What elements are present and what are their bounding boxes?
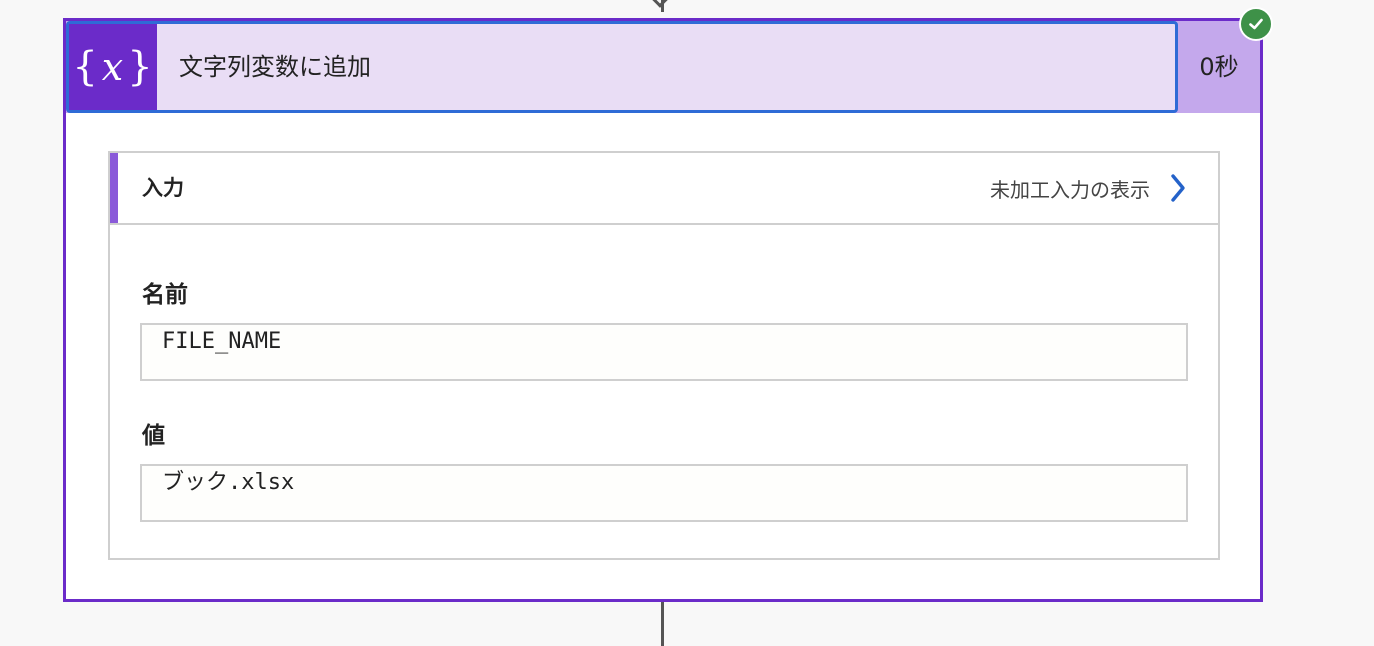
action-header-selected[interactable]: {x} 文字列変数に追加 xyxy=(66,21,1178,113)
variable-braces-icon: {x} xyxy=(69,24,157,110)
show-raw-inputs-label: 未加工入力の表示 xyxy=(990,177,1150,202)
value-field-value[interactable]: ブック.xlsx xyxy=(140,464,1188,522)
inputs-header: 入力 未加工入力の表示 xyxy=(110,153,1218,225)
inputs-title: 入力 xyxy=(142,176,184,200)
action-title: 文字列変数に追加 xyxy=(179,53,371,81)
name-field-label: 名前 xyxy=(142,282,188,308)
value-field-label: 値 xyxy=(142,423,165,449)
inputs-accent-bar xyxy=(110,153,118,223)
inputs-panel: 入力 未加工入力の表示 名前 FILE_NAME 値 ブック.xlsx xyxy=(108,151,1220,560)
connector-arrow-icon xyxy=(647,0,673,8)
connector-line-bottom xyxy=(661,602,664,646)
chevron-right-icon xyxy=(1171,174,1185,202)
name-field-value[interactable]: FILE_NAME xyxy=(140,323,1188,381)
action-card: {x} 文字列変数に追加 0秒 入力 未加工入力の表示 名前 FILE_NAME… xyxy=(63,7,1273,602)
action-card-header[interactable]: {x} 文字列変数に追加 0秒 xyxy=(66,21,1260,113)
success-check-icon xyxy=(1239,7,1273,41)
show-raw-inputs-link[interactable]: 未加工入力の表示 xyxy=(990,153,1188,223)
